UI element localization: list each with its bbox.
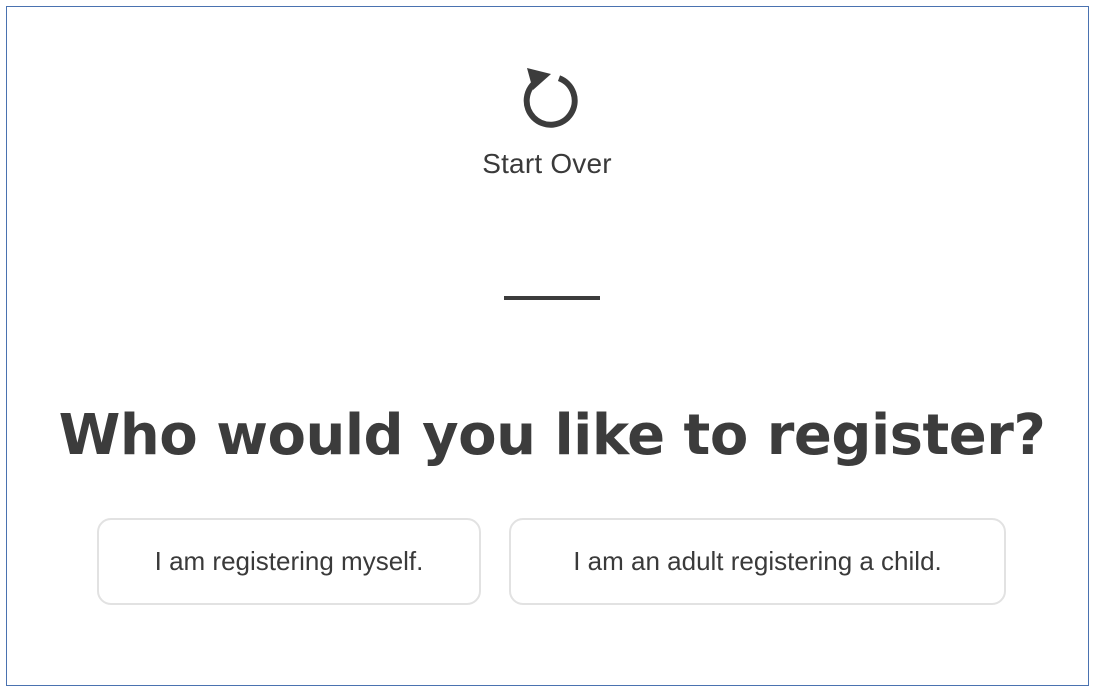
start-over-button[interactable]: Start Over (0, 64, 1094, 180)
register-myself-button[interactable]: I am registering myself. (97, 518, 481, 605)
start-over-label: Start Over (482, 148, 612, 179)
page-title: Who would you like to register? (58, 403, 1046, 468)
refresh-icon (523, 68, 578, 128)
divider (504, 296, 600, 300)
register-child-button[interactable]: I am an adult registering a child. (509, 518, 1006, 605)
